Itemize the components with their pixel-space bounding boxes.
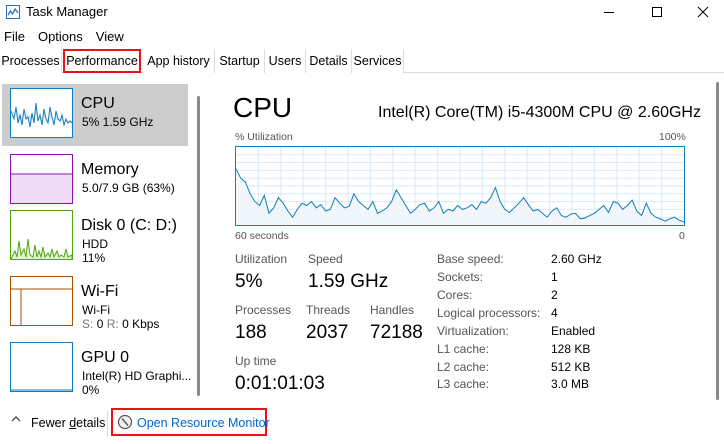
resource-name-cpu: CPU — [81, 95, 115, 112]
chevron-up-icon[interactable] — [10, 414, 22, 424]
cpu-utilization-graph — [235, 146, 685, 226]
disk-thumbnail-graph — [10, 210, 73, 260]
gpu-thumbnail-graph — [10, 342, 73, 392]
resource-model-gpu: Intel(R) HD Graphi... — [82, 369, 192, 383]
tab-users[interactable]: Users — [265, 49, 306, 73]
spec-label: Cores: — [437, 288, 473, 302]
cpu-model-name: Intel(R) Core(TM) i5-4300M CPU @ 2.60GHz — [378, 104, 701, 121]
tab-app-history[interactable]: App history — [143, 49, 215, 73]
bottom-bar: Fewer details Open Resource Monitor — [0, 404, 724, 444]
resource-list: CPU 5% 1.59 GHz Memory 5.0/7.9 GB (63%) … — [0, 80, 200, 405]
menu-options[interactable]: Options — [34, 27, 83, 47]
resource-monitor-icon — [117, 414, 133, 430]
resource-name-gpu: GPU 0 — [81, 349, 130, 366]
graph-label: % Utilization — [235, 131, 293, 143]
page-title: CPU — [233, 92, 293, 123]
resource-detail-cpu: 5% 1.59 GHz — [82, 115, 154, 129]
resource-name-wifi: Wi-Fi — [81, 283, 119, 300]
graph-max-label: 100% — [659, 131, 686, 143]
uptime-label: Up time — [235, 354, 277, 368]
title-bar: Task Manager — [0, 0, 724, 24]
spec-value: 1 — [551, 270, 558, 284]
resource-name-disk: Disk 0 (C: D:) — [81, 217, 177, 234]
resource-wifi[interactable]: Wi-Fi Wi-Fi S: 0 R: 0 Kbps — [2, 272, 188, 334]
window-title: Task Manager — [26, 4, 108, 19]
spec-label: L2 cache: — [437, 360, 490, 374]
spec-label: Logical processors: — [437, 306, 541, 320]
resource-cpu[interactable]: CPU 5% 1.59 GHz — [2, 84, 188, 146]
threads-value: 2037 — [306, 322, 349, 343]
close-button[interactable] — [680, 0, 724, 24]
handles-label: Handles — [370, 303, 415, 317]
open-resource-monitor-button[interactable]: Open Resource Monitor — [111, 408, 270, 436]
minimize-button[interactable] — [586, 0, 632, 24]
footer-divider — [107, 411, 108, 437]
memory-thumbnail-graph — [10, 154, 73, 204]
menu-file[interactable]: File — [0, 27, 25, 47]
graph-time-label: 60 seconds — [235, 230, 289, 242]
utilization-value: 5% — [235, 271, 263, 292]
spec-label: Sockets: — [437, 270, 484, 284]
spec-label: L3 cache: — [437, 377, 490, 391]
maximize-button[interactable] — [634, 0, 680, 24]
menu-bar: File Options View — [0, 27, 133, 47]
resource-list-scrollbar[interactable] — [197, 96, 200, 396]
resource-memory[interactable]: Memory 5.0/7.9 GB (63%) — [2, 150, 188, 212]
spec-value: 3.0 MB — [551, 377, 590, 391]
resource-gpu[interactable]: GPU 0 Intel(R) HD Graphi... 0% — [2, 338, 192, 400]
resource-type-disk: HDD — [82, 237, 108, 251]
spec-value: 128 KB — [551, 342, 591, 356]
tab-services[interactable]: Services — [352, 49, 404, 73]
tab-details[interactable]: Details — [306, 49, 352, 73]
processes-label: Processes — [235, 303, 292, 317]
tab-processes[interactable]: Processes — [0, 49, 62, 73]
tab-performance[interactable]: Performance — [63, 49, 141, 73]
maximize-icon — [652, 7, 662, 17]
cpu-utilization-chart — [235, 147, 685, 225]
tab-bar: Processes Performance App history Startu… — [0, 49, 724, 73]
cpu-thumbnail-graph — [10, 88, 73, 138]
tab-startup[interactable]: Startup — [215, 49, 265, 73]
task-manager-icon — [6, 5, 20, 19]
spec-label: Virtualization: — [437, 324, 509, 338]
resource-detail-memory: 5.0/7.9 GB (63%) — [82, 181, 175, 195]
spec-value: 2.60 GHz — [551, 252, 602, 266]
spec-value: 512 KB — [551, 360, 591, 374]
speed-label: Speed — [308, 252, 343, 266]
spec-value: 4 — [551, 306, 558, 320]
resource-adapter-wifi: Wi-Fi — [82, 303, 110, 317]
uptime-value: 0:01:01:03 — [235, 373, 325, 394]
wifi-thumbnail-graph — [10, 276, 73, 326]
menu-view[interactable]: View — [92, 27, 124, 47]
speed-value: 1.59 GHz — [308, 271, 389, 292]
fewer-details-link[interactable]: Fewer details — [31, 416, 105, 430]
open-resource-monitor-label: Open Resource Monitor — [137, 416, 270, 430]
spec-value: 2 — [551, 288, 558, 302]
resource-name-memory: Memory — [81, 161, 139, 178]
resource-disk[interactable]: Disk 0 (C: D:) HDD 11% — [2, 206, 188, 268]
spec-label: L1 cache: — [437, 342, 490, 356]
resource-throughput-wifi: S: 0 R: 0 Kbps — [82, 317, 160, 331]
threads-label: Threads — [306, 303, 351, 317]
spec-label: Base speed: — [437, 252, 504, 266]
processes-value: 188 — [235, 322, 267, 343]
spec-value: Enabled — [551, 324, 596, 338]
main-panel-scrollbar[interactable] — [716, 82, 719, 400]
handles-value: 72188 — [370, 322, 423, 343]
utilization-label: Utilization — [235, 252, 288, 266]
graph-min-label: 0 — [679, 230, 685, 242]
minimize-icon — [604, 12, 614, 13]
resource-usage-disk: 11% — [82, 251, 106, 265]
resource-usage-gpu: 0% — [82, 383, 100, 397]
close-icon — [697, 6, 709, 18]
